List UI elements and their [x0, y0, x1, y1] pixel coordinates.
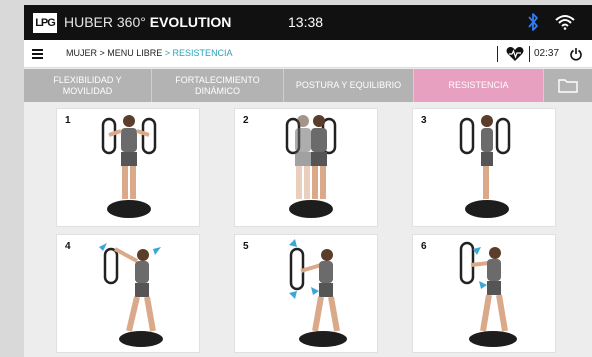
breadcrumb: MUJER > MENU LIBRE > RESISTENCIA: [66, 48, 233, 58]
exercise-number: 1: [65, 115, 71, 126]
divider: [529, 46, 530, 62]
tab-fortalecimiento[interactable]: FORTALECIMIENTO DINÁMICO: [152, 69, 284, 102]
exercise-illustration: [459, 241, 517, 347]
brand-name: HUBER 360°: [64, 14, 146, 30]
breadcrumb-current: > RESISTENCIA: [164, 48, 233, 58]
tab-label: RESISTENCIA: [448, 80, 509, 90]
tab-label: DINÁMICO: [194, 85, 240, 96]
exercise-illustration: [459, 115, 511, 218]
exercise-illustration: [99, 243, 163, 347]
tab-label: POSTURA Y EQUILIBRIO: [295, 80, 402, 90]
brand-model: EVOLUTION: [149, 14, 232, 30]
session-timer: 02:37: [534, 48, 560, 59]
wifi-icon[interactable]: [555, 14, 575, 30]
app-screen: LPG HUBER 360° EVOLUTION 13:38 MUJER > M…: [24, 5, 592, 357]
exercise-number: 2: [243, 115, 249, 126]
exercise-number: 3: [421, 115, 427, 126]
exercise-card-4[interactable]: 4: [56, 234, 200, 353]
clock: 13:38: [288, 14, 324, 30]
tab-postura[interactable]: POSTURA Y EQUILIBRIO: [284, 69, 414, 102]
folder-button[interactable]: [544, 69, 592, 102]
exercise-card-3[interactable]: 3: [412, 108, 556, 227]
exercise-card-6[interactable]: 6: [412, 234, 556, 353]
exercise-card-2[interactable]: 2: [234, 108, 378, 227]
divider: [497, 46, 498, 62]
tab-label: FORTALECIMIENTO: [175, 74, 260, 85]
tab-label: MOVILIDAD: [62, 85, 113, 96]
menu-icon[interactable]: [32, 49, 43, 59]
exercise-number: 6: [421, 241, 427, 252]
exercise-illustration: [285, 115, 337, 218]
power-icon[interactable]: [570, 47, 582, 61]
breadcrumb-path[interactable]: MUJER > MENU LIBRE: [66, 48, 162, 58]
lpg-logo: LPG: [33, 13, 57, 33]
exercise-card-1[interactable]: 1: [56, 108, 200, 227]
folder-icon: [558, 79, 578, 93]
tab-label: FLEXIBILIDAD Y: [53, 74, 122, 85]
app-title: HUBER 360° EVOLUTION: [64, 14, 231, 30]
category-tabs: FLEXIBILIDAD Y MOVILIDAD FORTALECIMIENTO D…: [24, 69, 592, 102]
heart-rate-icon[interactable]: [506, 46, 524, 62]
breadcrumb-bar: MUJER > MENU LIBRE > RESISTENCIA 02:37: [24, 40, 592, 68]
exercise-number: 4: [65, 241, 71, 252]
tab-flexibilidad[interactable]: FLEXIBILIDAD Y MOVILIDAD: [24, 69, 152, 102]
bluetooth-icon[interactable]: [526, 11, 540, 33]
tab-resistencia[interactable]: RESISTENCIA: [414, 69, 544, 102]
exercise-card-5[interactable]: 5: [234, 234, 378, 353]
top-bar: LPG HUBER 360° EVOLUTION 13:38: [24, 5, 592, 40]
exercise-illustration: [289, 239, 347, 347]
exercise-illustration: [101, 115, 157, 218]
exercise-number: 5: [243, 241, 249, 252]
